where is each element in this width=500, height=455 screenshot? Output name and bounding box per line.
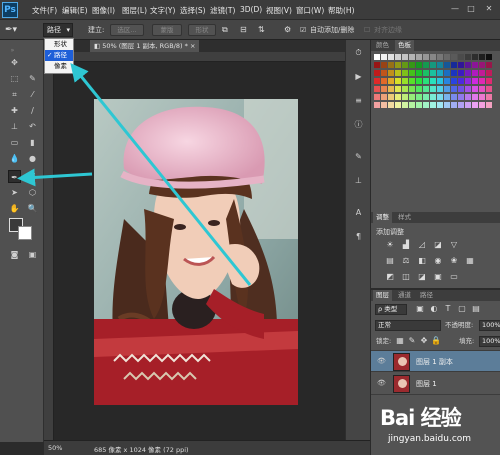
baidu-jingyan-watermark: Bai 经验 jingyan.baidu.com: [378, 398, 500, 455]
watermark-url: jingyan.baidu.com: [388, 434, 472, 444]
arrow-to-pen-tool: [17, 168, 93, 187]
baidu-logo: Bai 经验: [380, 406, 462, 430]
arrow-to-path-option: [70, 63, 252, 286]
annotation-arrows: [17, 63, 252, 286]
